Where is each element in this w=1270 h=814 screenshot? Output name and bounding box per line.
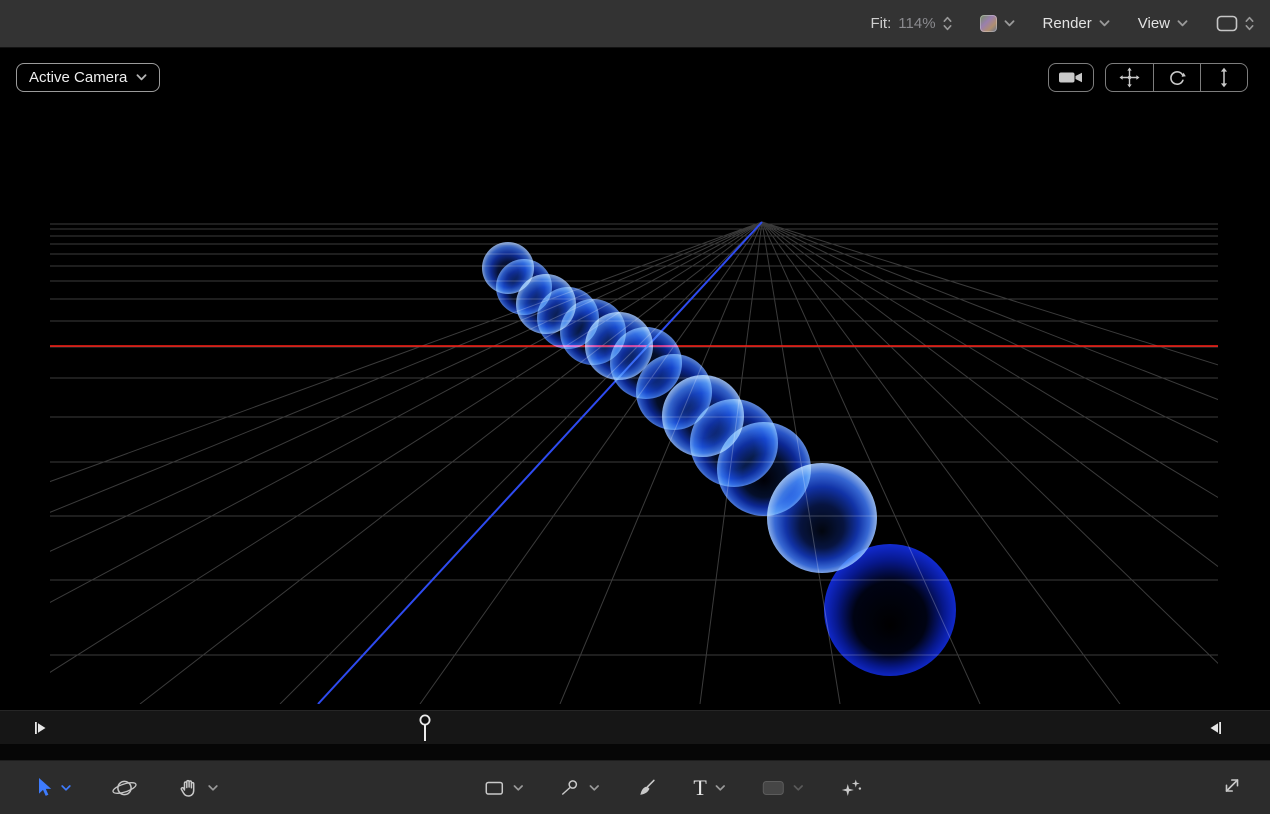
select-tool[interactable] [34,777,71,798]
move-icon [1119,67,1140,88]
chevron-down-icon [1099,20,1110,27]
zoom-fit-control[interactable]: Fit: 114% [870,15,952,32]
bezier-tool[interactable] [559,777,600,799]
orbit-3d-tool[interactable] [111,776,138,800]
hand-tool[interactable] [178,777,218,799]
pan-view-button[interactable] [1106,64,1153,91]
rotate-icon [1170,70,1186,85]
render-menu-label: Render [1042,15,1092,32]
color-swatch-control[interactable] [979,15,1015,32]
expand-button[interactable] [1222,775,1242,800]
playhead[interactable] [418,713,432,743]
camera-view-button[interactable] [1048,63,1094,92]
motion-window: Fit: 114% Render View Active Camera T [0,0,1270,814]
rectangle-tool[interactable] [483,777,524,799]
dolly-view-button[interactable] [1200,64,1247,91]
expand-icon [1225,778,1239,792]
layout-control[interactable] [1216,15,1254,32]
fit-label: Fit: [870,15,892,32]
camera-selector[interactable]: Active Camera [16,63,161,92]
tools-left-group [34,761,218,814]
render-menu[interactable]: Render [1043,15,1110,32]
canvas-viewport[interactable]: Active Camera [0,48,1270,710]
mask-tool[interactable] [761,778,803,798]
orbit-icon [112,780,137,795]
chevron-down-icon [1177,20,1188,27]
layout-icon [1216,15,1238,32]
particles-tool[interactable] [839,776,863,800]
chevron-down-icon [136,74,147,81]
top-toolbar: Fit: 114% Render View [0,0,1270,48]
timeline-track [0,744,1270,760]
chevron-down-icon [208,784,218,791]
chevron-down-icon [793,784,803,791]
chevron-down-icon [513,784,524,791]
chevron-down-icon [61,784,71,791]
stepper-icon [943,16,952,31]
hand-icon [180,779,195,797]
view-transform-group [1105,63,1248,92]
rectangle-icon [485,781,504,795]
bezier-icon [561,779,578,795]
particles-icon [841,779,861,796]
scene-svg[interactable] [0,48,1270,710]
mask-icon [762,780,784,795]
range-end-marker[interactable] [1209,721,1222,735]
chevron-down-icon [715,784,725,791]
chevron-down-icon [1004,20,1014,27]
color-swatch-icon [979,15,997,32]
view-menu-label: View [1137,15,1170,32]
viewport-tools [1048,63,1248,92]
dolly-icon [1220,67,1228,88]
camera-icon [1059,72,1082,83]
camera-selector-label: Active Camera [29,69,128,86]
fit-value: 114% [898,15,936,32]
view-menu[interactable]: View [1138,15,1188,32]
text-tool[interactable]: T [693,774,725,800]
bottom-toolbar: T [0,760,1270,814]
mini-timeline[interactable] [0,710,1270,744]
select-arrow-icon [39,778,52,796]
brush-icon [640,779,655,795]
brush-tool[interactable] [635,777,657,799]
range-start-marker[interactable] [34,721,47,735]
stepper-icon [1245,16,1254,31]
chevron-down-icon [589,784,600,791]
orbit-view-button[interactable] [1153,64,1200,91]
text-icon: T [693,774,707,800]
tools-center-group: T [483,761,862,814]
